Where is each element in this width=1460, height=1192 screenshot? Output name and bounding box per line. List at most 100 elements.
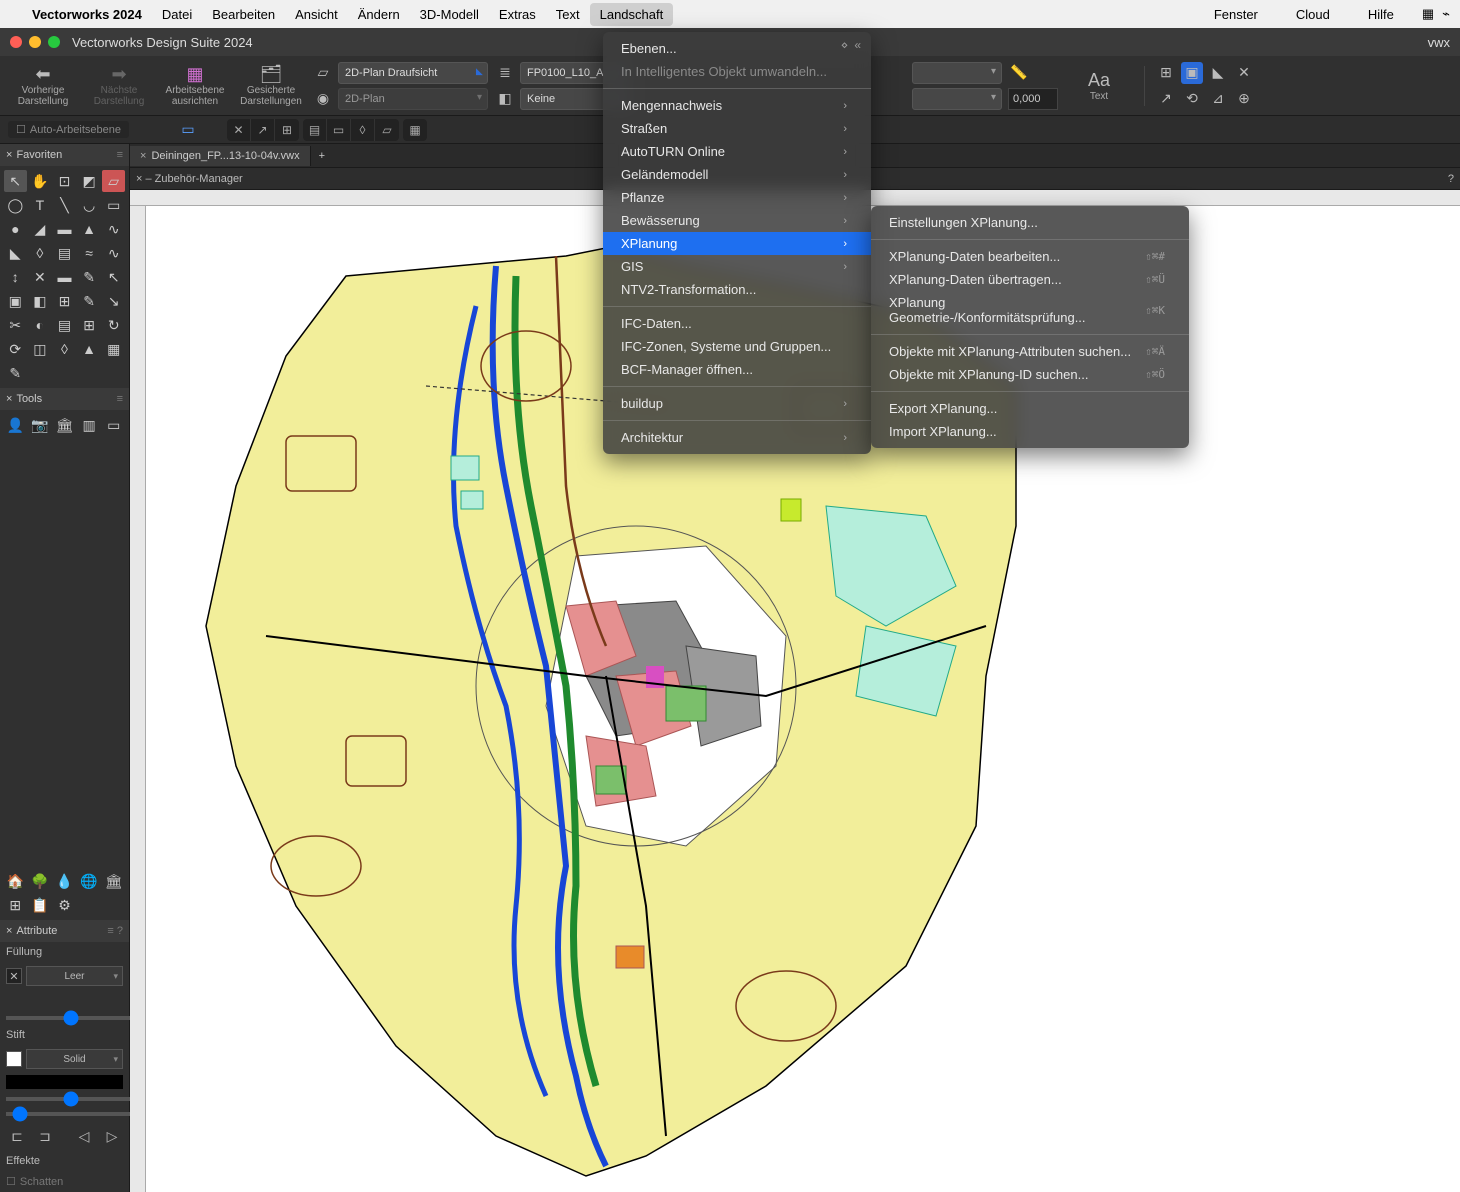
- mode-a-icon[interactable]: ▭: [177, 119, 199, 141]
- auto-plane-toggle[interactable]: ☐ Auto-Arbeitsebene: [8, 121, 129, 138]
- menu-item[interactable]: Geländemodell›: [603, 163, 871, 186]
- class-icon[interactable]: ◧: [494, 88, 516, 110]
- misc-tool-14[interactable]: ◊: [53, 338, 76, 360]
- menu-item[interactable]: Architektur›: [603, 426, 871, 449]
- eyedrop-tool[interactable]: ✎: [78, 266, 101, 288]
- site-tool-1[interactable]: 👤: [4, 414, 27, 436]
- text-tool-button[interactable]: Aa Text: [1064, 62, 1134, 110]
- sub-tab-label[interactable]: Zubehör-Manager: [155, 173, 243, 185]
- sym-5[interactable]: 🏛: [102, 870, 125, 892]
- sym-3[interactable]: 💧: [53, 870, 76, 892]
- zoom-tool[interactable]: ⊡: [53, 170, 76, 192]
- menu-item[interactable]: Bewässerung›: [603, 209, 871, 232]
- flyover-tool[interactable]: ◩: [78, 170, 101, 192]
- pen-swatch[interactable]: [6, 1051, 22, 1067]
- arrow-start-icon[interactable]: ◁: [73, 1125, 95, 1147]
- misc-tool-11[interactable]: ↻: [102, 314, 125, 336]
- site-tool-4[interactable]: ▥: [78, 414, 101, 436]
- sym-4[interactable]: 🌐: [78, 870, 101, 892]
- menu-item[interactable]: IFC-Zonen, Systeme und Gruppen...: [603, 335, 871, 358]
- tool-a-icon[interactable]: ↗: [1155, 88, 1177, 110]
- site-tool-2[interactable]: 📷: [29, 414, 52, 436]
- misc-tool-12[interactable]: ⟳: [4, 338, 27, 360]
- grip-icon[interactable]: ≡ ?: [107, 925, 123, 937]
- persp-icon[interactable]: ▱: [312, 62, 334, 84]
- menu-fenster[interactable]: Fenster: [1204, 3, 1268, 26]
- menu-landschaft[interactable]: Landschaft: [590, 3, 674, 26]
- bluetooth-icon[interactable]: ⌁: [1442, 6, 1450, 22]
- sym-7[interactable]: 📋: [29, 894, 52, 916]
- favorites-panel-header[interactable]: × Favoriten≡: [0, 144, 129, 166]
- plan-dropdown[interactable]: 2D-Plan: [338, 88, 488, 110]
- wall-tool[interactable]: ▤: [53, 242, 76, 264]
- menu-item[interactable]: Straßen›: [603, 117, 871, 140]
- menu-extras[interactable]: Extras: [489, 3, 546, 26]
- layers-icon[interactable]: ≣: [494, 62, 516, 84]
- close-icon[interactable]: ×: [6, 393, 12, 405]
- misc-tool-17[interactable]: ✎: [4, 362, 27, 384]
- seg-1[interactable]: ✕: [227, 119, 251, 141]
- misc-tool-3[interactable]: ◧: [29, 290, 52, 312]
- menu-bearbeiten[interactable]: Bearbeiten: [202, 3, 285, 26]
- menu-ansicht[interactable]: Ansicht: [285, 3, 348, 26]
- sym-2[interactable]: 🌳: [29, 870, 52, 892]
- poly-tool[interactable]: ▬: [53, 218, 76, 240]
- erase-tool[interactable]: ✕: [29, 266, 52, 288]
- freehand-tool[interactable]: ▲: [78, 218, 101, 240]
- menu-item[interactable]: NTV2-Transformation...: [603, 278, 871, 301]
- scale-value[interactable]: 0,000: [1008, 88, 1058, 110]
- render-icon[interactable]: ◉: [312, 88, 334, 110]
- misc-tool-15[interactable]: ▲: [78, 338, 101, 360]
- close-window-button[interactable]: [10, 36, 22, 48]
- misc-tool-6[interactable]: ↘: [102, 290, 125, 312]
- help-icon[interactable]: ?: [1448, 173, 1454, 185]
- misc-tool-13[interactable]: ◫: [29, 338, 52, 360]
- pen-thickness-slider[interactable]: [6, 1112, 135, 1116]
- fill-dropdown[interactable]: Leer: [26, 966, 123, 986]
- misc-tool-2[interactable]: ▣: [4, 290, 27, 312]
- close-tab-icon[interactable]: ×: [140, 150, 146, 162]
- menu-aendern[interactable]: Ändern: [348, 3, 410, 26]
- menu-datei[interactable]: Datei: [152, 3, 202, 26]
- rect-tool[interactable]: ▭: [102, 194, 125, 216]
- line-tool[interactable]: ╲: [53, 194, 76, 216]
- pen-dropdown[interactable]: Solid: [26, 1049, 123, 1069]
- menu-item[interactable]: XPlanung›: [603, 232, 871, 255]
- sym-1[interactable]: 🏠: [4, 870, 27, 892]
- seg-3[interactable]: ⊞: [275, 119, 299, 141]
- grid-icon[interactable]: ⊞: [1155, 62, 1177, 84]
- menu-hilfe[interactable]: Hilfe: [1358, 3, 1404, 26]
- close-icon[interactable]: ×: [6, 149, 12, 161]
- new-tab-button[interactable]: +: [311, 150, 333, 162]
- snap-icon[interactable]: ▣: [1181, 62, 1203, 84]
- tri-icon[interactable]: ◣: [1207, 62, 1229, 84]
- text-tool[interactable]: T: [29, 194, 52, 216]
- saved-views-button[interactable]: 🗂 Gesicherte Darstellungen: [236, 62, 306, 110]
- menu-item[interactable]: buildup›: [603, 392, 871, 415]
- pan-tool[interactable]: ✋: [29, 170, 52, 192]
- submenu-item[interactable]: XPlanung Geometrie-/Konformitätsprüfung.…: [871, 291, 1189, 329]
- attribute-panel-header[interactable]: × Attribute ≡ ?: [0, 920, 129, 942]
- minimize-window-button[interactable]: [29, 36, 41, 48]
- align-plane-button[interactable]: ▦ Arbeitsebene ausrichten: [160, 62, 230, 110]
- tool-b-icon[interactable]: ⟲: [1181, 88, 1203, 110]
- sym-6[interactable]: ⊞: [4, 894, 27, 916]
- menu-text[interactable]: Text: [546, 3, 590, 26]
- site-tool-5[interactable]: ▭: [102, 414, 125, 436]
- stage-manager-icon[interactable]: ▦: [1422, 6, 1434, 22]
- misc-tool-1[interactable]: ↖: [102, 266, 125, 288]
- next-view-button[interactable]: ➡ Nächste Darstellung: [84, 62, 154, 110]
- curve-tool[interactable]: ∿: [102, 218, 125, 240]
- bezier-tool[interactable]: ◣: [4, 242, 27, 264]
- menu-item[interactable]: Mengennachweis›: [603, 94, 871, 117]
- tools-panel-header[interactable]: × Tools≡: [0, 388, 129, 410]
- extra-dropdown-1[interactable]: [912, 62, 1002, 84]
- submenu-item[interactable]: Import XPlanung...: [871, 420, 1189, 443]
- pen-color-bar[interactable]: [6, 1075, 123, 1089]
- close-icon[interactable]: ×: [6, 925, 12, 937]
- menu-cloud[interactable]: Cloud: [1286, 3, 1340, 26]
- menu-3dmodell[interactable]: 3D-Modell: [410, 3, 489, 26]
- submenu-item[interactable]: XPlanung-Daten bearbeiten...⇧⌘#: [871, 245, 1189, 268]
- dim-tool[interactable]: ↕: [4, 266, 27, 288]
- seg-8[interactable]: ▦: [403, 119, 427, 141]
